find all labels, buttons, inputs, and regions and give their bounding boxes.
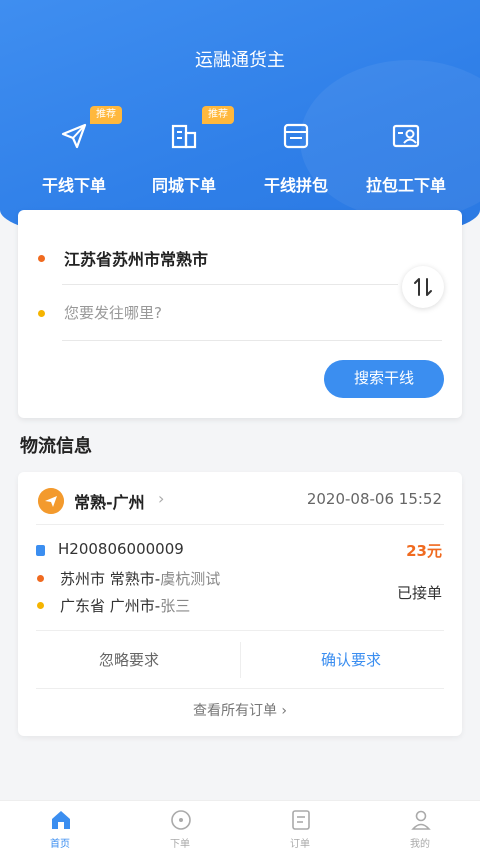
- tab-label: 我的: [410, 839, 430, 850]
- building-icon: [171, 124, 197, 149]
- origin-field[interactable]: 江苏省苏州市常熟市: [64, 246, 208, 270]
- destination-address: 广东省 广州市-张三: [60, 595, 190, 616]
- list-icon: [292, 810, 310, 830]
- bottom-tab-bar: 首页 下单 订单 我的: [0, 800, 480, 854]
- destination-dot: [37, 602, 44, 609]
- tab-label: 首页: [50, 839, 70, 850]
- route-title[interactable]: 常熟-广州: [74, 489, 145, 513]
- destination-field[interactable]: 您要发往哪里?: [64, 302, 162, 323]
- origin-detail: 虞杭测试: [160, 570, 221, 588]
- recommend-badge: 推荐: [90, 106, 122, 124]
- search-trunk-button[interactable]: 搜索干线: [324, 360, 444, 398]
- id-card-icon: [392, 124, 420, 148]
- chevron-right-icon: ›: [158, 489, 165, 508]
- quick-nav: 推荐 干线下单 推荐 同城下单 干线拼包 拉包工下单: [0, 100, 480, 200]
- send-arrow-icon: [61, 123, 87, 149]
- order-price: 23元: [406, 542, 442, 560]
- order-card[interactable]: 常熟-广州 › 2020-08-06 15:52 H200806000009 2…: [18, 472, 462, 736]
- tab-home[interactable]: 首页: [0, 801, 120, 854]
- origin-main: 苏州市 常熟市-: [60, 570, 161, 588]
- confirm-button[interactable]: 确认要求: [240, 632, 462, 688]
- origin-address: 苏州市 常熟市-虞杭测试: [60, 568, 220, 589]
- ignore-button[interactable]: 忽略要求: [18, 632, 240, 688]
- nav-label: 同城下单: [151, 176, 216, 195]
- divider: [36, 688, 444, 689]
- view-all-orders-link[interactable]: 查看所有订单 ›: [18, 700, 462, 720]
- nav-trunk-order[interactable]: 推荐 干线下单: [14, 100, 134, 200]
- tab-mine[interactable]: 我的: [360, 801, 480, 854]
- swap-button[interactable]: [402, 266, 444, 308]
- app-title: 运融通货主: [195, 50, 285, 71]
- destination-detail: 张三: [160, 597, 191, 615]
- document-icon: [36, 545, 45, 556]
- destination-dot: [38, 310, 45, 317]
- tab-orders[interactable]: 订单: [240, 801, 360, 854]
- divider: [36, 524, 444, 525]
- origin-dot: [37, 575, 44, 582]
- nav-trunk-consolidate[interactable]: 干线拼包: [236, 100, 356, 200]
- order-time: 2020-08-06 15:52: [306, 490, 442, 508]
- user-icon: [411, 810, 431, 830]
- nav-label: 拉包工下单: [365, 176, 446, 195]
- divider: [36, 630, 444, 631]
- order-status: 已接单: [396, 584, 442, 602]
- recommend-badge: 推荐: [202, 106, 234, 124]
- tab-label: 下单: [170, 839, 190, 850]
- section-title: 物流信息: [20, 436, 92, 457]
- destination-main: 广东省 广州市-: [60, 597, 161, 615]
- home-icon: [52, 811, 70, 829]
- tab-order[interactable]: 下单: [120, 801, 240, 854]
- nav-label: 干线拼包: [263, 176, 328, 195]
- swap-icon: [414, 278, 432, 296]
- nav-label: 干线下单: [41, 176, 106, 195]
- nav-loader-order[interactable]: 拉包工下单: [346, 100, 466, 200]
- order-circle-icon: [171, 810, 191, 830]
- divider: [62, 284, 398, 285]
- package-icon: [283, 123, 309, 149]
- order-number: H200806000009: [58, 540, 184, 558]
- route-icon: [38, 488, 64, 514]
- origin-dot: [38, 255, 45, 262]
- nav-city-order[interactable]: 推荐 同城下单: [124, 100, 244, 200]
- divider: [62, 340, 442, 341]
- route-search-card: 江苏省苏州市常熟市 您要发往哪里? 搜索干线: [18, 210, 462, 418]
- tab-label: 订单: [290, 839, 310, 850]
